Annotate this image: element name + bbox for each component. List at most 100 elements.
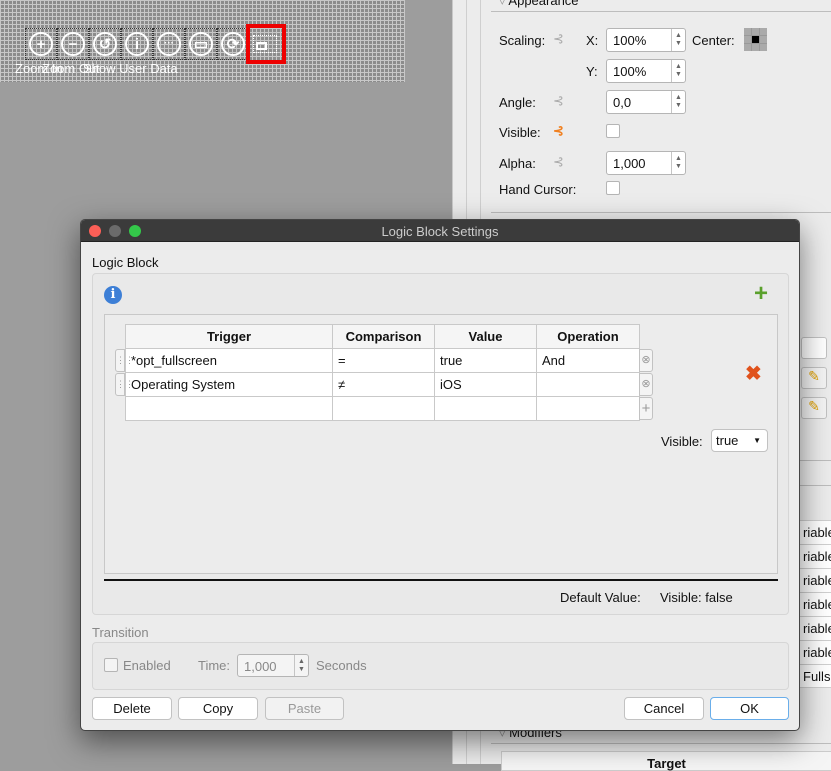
toolbar-zoom-out[interactable]: − — [57, 28, 89, 60]
cell-trigger[interactable]: *opt_fullscreen — [125, 348, 333, 373]
transition-label: Transition — [92, 625, 149, 640]
logic-block-label: Logic Block — [92, 255, 159, 270]
cell-operation[interactable] — [536, 372, 640, 397]
info-icon: i — [125, 32, 149, 56]
list-row[interactable]: Fulls — [800, 664, 831, 688]
cell-trigger[interactable] — [125, 396, 333, 421]
pencil-icon[interactable]: ✎ — [801, 367, 827, 389]
toolbar-refresh[interactable]: ⟳ — [217, 28, 249, 60]
cell-value[interactable]: iOS — [434, 372, 537, 397]
remove-condition-icon[interactable]: ⊗ — [639, 349, 653, 372]
time-spinner[interactable]: 1,000 ▲ ▼ — [237, 654, 309, 677]
header-comparison[interactable]: Comparison — [332, 324, 435, 349]
header-value[interactable]: Value — [434, 324, 537, 349]
list-row[interactable]: riable — [800, 640, 831, 664]
scaling-label: Scaling: — [499, 33, 546, 48]
add-block-icon[interactable]: + — [754, 282, 768, 306]
remove-condition-icon[interactable]: ⊗ — [639, 373, 653, 396]
pencil-icon[interactable]: ✎ — [801, 397, 827, 419]
cell-operation[interactable] — [536, 396, 640, 421]
table-row[interactable]: Operating System ≠ iOS — [125, 372, 640, 397]
table-header-row: Trigger Comparison Value Operation — [125, 324, 640, 349]
y-label: Y: — [586, 64, 598, 79]
transition-group: Enabled Time: 1,000 ▲ ▼ Seconds — [92, 642, 789, 690]
divider — [491, 743, 831, 744]
angle-label: Angle: — [499, 95, 536, 110]
list-row[interactable]: riable — [800, 544, 831, 568]
enabled-checkbox[interactable] — [104, 658, 118, 672]
toolbar-more[interactable]: ··· — [153, 28, 185, 60]
target-column-header[interactable]: Target — [501, 751, 831, 771]
scale-y-spinner[interactable]: 100% ▲ ▼ — [606, 59, 686, 83]
header-operation[interactable]: Operation — [536, 324, 640, 349]
logic-block-group: i + Trigger Comparison Value Operation *… — [92, 273, 789, 615]
add-condition-icon[interactable]: + — [639, 397, 653, 420]
ok-button[interactable]: OK — [710, 697, 789, 720]
center-picker[interactable] — [744, 28, 767, 51]
seconds-label: Seconds — [316, 658, 367, 673]
info-icon[interactable]: i — [104, 286, 122, 304]
list-row[interactable]: riable — [800, 520, 831, 544]
cell-trigger[interactable]: Operating System — [125, 372, 333, 397]
table-row-empty[interactable] — [125, 396, 640, 421]
time-label: Time: — [198, 658, 231, 673]
logic-block-settings-dialog: Logic Block Settings Logic Block i + Tri… — [80, 219, 800, 731]
refresh-icon: ⟳ — [221, 32, 245, 56]
logic-link-icon[interactable]: ⊰ — [553, 154, 564, 170]
alpha-spinner[interactable]: 1,000 ▲ ▼ — [606, 151, 686, 175]
visible-dropdown[interactable]: true ▼ — [711, 429, 768, 452]
enabled-label: Enabled — [123, 658, 171, 673]
paste-button[interactable]: Paste — [265, 697, 344, 720]
default-visible-value: Visible: false — [660, 590, 733, 605]
conditions-table: Trigger Comparison Value Operation *opt_… — [125, 324, 640, 421]
alpha-label: Alpha: — [499, 156, 536, 171]
cancel-button[interactable]: Cancel — [624, 697, 704, 720]
visible-label: Visible: — [661, 434, 703, 449]
highlight-box — [246, 24, 286, 64]
drag-handle[interactable]: ⋮⋮ — [115, 349, 134, 372]
dialog-title: Logic Block Settings — [381, 224, 499, 239]
toolbar-reset[interactable]: ↺ — [89, 28, 121, 60]
divider — [104, 579, 778, 581]
zoom-in-icon: + — [29, 32, 53, 56]
default-value-label: Default Value: — [560, 590, 641, 605]
scale-x-spinner[interactable]: 100% ▲ ▼ — [606, 28, 686, 52]
title-bar[interactable]: Logic Block Settings — [81, 220, 799, 242]
logic-link-icon[interactable]: ⊰ — [553, 31, 564, 47]
delete-block-icon[interactable]: ✖ — [745, 361, 762, 386]
hand-cursor-label: Hand Cursor: — [499, 182, 577, 197]
cell-operation[interactable]: And — [536, 348, 640, 373]
section-appearance[interactable]: ▿ Appearance — [499, 0, 579, 9]
fit-icon: ▭ — [189, 32, 213, 56]
reset-icon: ↺ — [93, 32, 117, 56]
divider — [491, 11, 831, 12]
cell-comparison[interactable]: = — [332, 348, 435, 373]
toolbar-zoom-in[interactable]: + — [25, 28, 57, 60]
cell-comparison[interactable] — [332, 396, 435, 421]
logic-link-icon[interactable]: ⊰ — [553, 93, 564, 109]
zoom-out-icon: − — [61, 32, 85, 56]
cell-value[interactable] — [434, 396, 537, 421]
delete-button[interactable]: Delete — [92, 697, 172, 720]
toolbar-fit[interactable]: ▭ — [185, 28, 217, 60]
header-trigger[interactable]: Trigger — [125, 324, 333, 349]
list-row[interactable]: riable — [800, 592, 831, 616]
copy-button[interactable]: Copy — [178, 697, 258, 720]
visible-checkbox[interactable] — [606, 124, 620, 138]
toolbar-label: Show User Data — [83, 61, 178, 76]
drag-handle[interactable]: ⋮⋮ — [115, 373, 134, 396]
divider — [491, 212, 831, 213]
list-row[interactable]: riable — [800, 616, 831, 640]
panel-field[interactable] — [801, 337, 827, 359]
conditions-area: Trigger Comparison Value Operation *opt_… — [104, 314, 778, 574]
table-row[interactable]: *opt_fullscreen = true And — [125, 348, 640, 373]
center-label: Center: — [692, 33, 735, 48]
cell-comparison[interactable]: ≠ — [332, 372, 435, 397]
toolbar-info[interactable]: i — [121, 28, 153, 60]
cell-value[interactable]: true — [434, 348, 537, 373]
hand-cursor-checkbox[interactable] — [606, 181, 620, 195]
more-icon: ··· — [157, 32, 181, 56]
angle-spinner[interactable]: 0,0 ▲ ▼ — [606, 90, 686, 114]
list-row[interactable]: riable — [800, 568, 831, 592]
logic-link-icon-active[interactable]: ⊰ — [553, 123, 564, 139]
